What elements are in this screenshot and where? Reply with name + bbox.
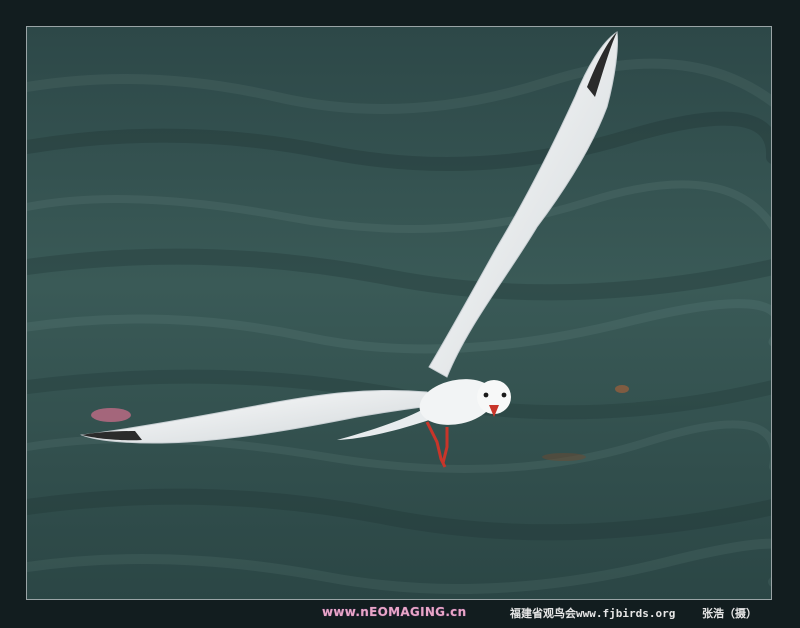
watermark: www.nEOMAGING.cn xyxy=(322,605,467,619)
photo-frame xyxy=(26,26,772,600)
photo-credit: 福建省观鸟会www.fjbirds.org xyxy=(510,607,676,620)
leaf-debris xyxy=(615,385,629,393)
photo-author: 张浩（摄） xyxy=(702,607,757,620)
leaf-debris-2 xyxy=(542,453,586,461)
seagull-photo xyxy=(27,27,771,599)
footer: www.nEOMAGING.cn 福建省观鸟会www.fjbirds.org 张… xyxy=(0,601,800,628)
pink-debris xyxy=(91,408,131,422)
